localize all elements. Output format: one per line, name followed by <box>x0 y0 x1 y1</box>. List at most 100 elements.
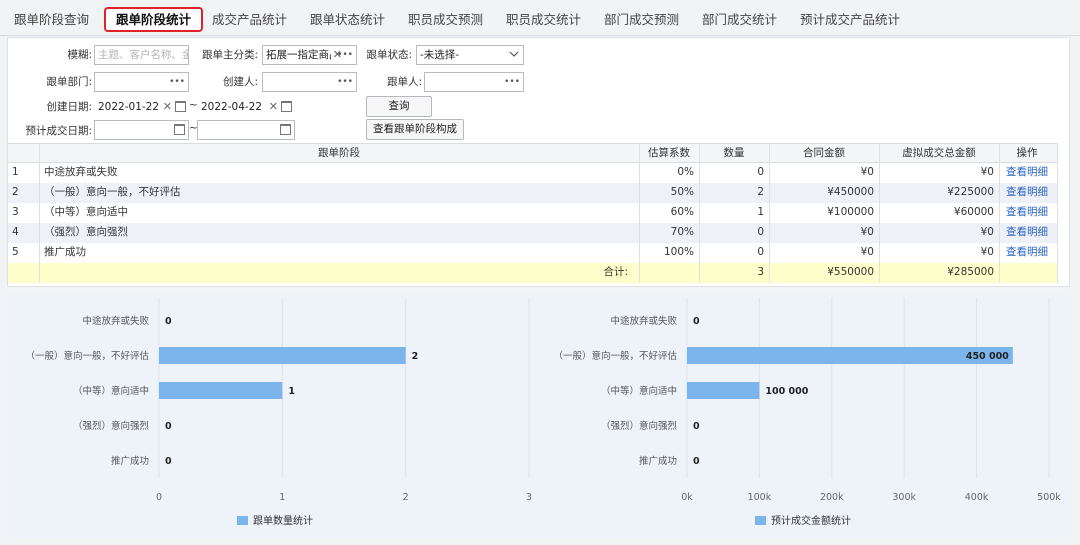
more-icon[interactable]: ••• <box>169 73 185 91</box>
category-label: （中等）意向适中 <box>73 385 149 397</box>
main-category-value: 拓展一指定商品 <box>266 49 340 61</box>
tab-bar: 跟单阶段查询 跟单阶段统计 成交产品统计 跟单状态统计 职员成交预测 职员成交统计 部门成交… <box>0 0 1080 36</box>
view-details-link[interactable]: 查看明细 <box>1006 243 1056 263</box>
tab-9[interactable]: 预计成交产品统计 <box>800 9 900 31</box>
query-button[interactable]: 查询 <box>366 96 432 117</box>
coefficient: 50% <box>670 186 694 198</box>
creator-input[interactable]: ••• <box>262 72 357 92</box>
x-tick-label: 0 <box>156 492 162 503</box>
expected-date-label: 预计成交日期: <box>25 125 92 137</box>
row-index: 4 <box>12 226 19 238</box>
follower-input[interactable]: ••• <box>424 72 524 92</box>
table-row: 1 中途放弃或失败 0% 0 ¥0 ¥0 查看明细 <box>8 163 1058 183</box>
dept-input[interactable]: ••• <box>94 72 189 92</box>
data-label: 0 <box>165 421 172 432</box>
x-tick-label: 300k <box>892 492 916 503</box>
x-tick-label: 3 <box>526 492 532 503</box>
category-label: 中途放弃或失败 <box>610 315 677 327</box>
more-icon[interactable]: ••• <box>504 73 520 91</box>
dept-label: 跟单部门: <box>46 76 92 88</box>
virtual-total: ¥60000 <box>953 206 994 218</box>
main-category-select[interactable]: 拓展一指定商品 ✕ ••• <box>262 45 357 65</box>
tab-6[interactable]: 职员成交统计 <box>506 9 581 31</box>
data-label: 450 000 <box>966 351 1009 362</box>
view-composition-button[interactable]: 查看跟单阶段构成 <box>366 119 464 140</box>
legend-swatch <box>237 516 248 525</box>
calendar-icon[interactable] <box>174 124 185 135</box>
header-quantity: 数量 <box>723 147 745 159</box>
fuzzy-search-input[interactable]: 主题、客户名称、金 <box>94 45 189 65</box>
calendar-icon[interactable] <box>280 124 291 135</box>
follower-label: 跟单人: <box>386 76 422 88</box>
data-label: 0 <box>693 316 700 327</box>
tab-5[interactable]: 职员成交预测 <box>408 9 483 31</box>
total-quantity: 3 <box>757 266 764 278</box>
charts-area: 0 1 2 3 中途放弃或失败 0 （一般）意向一般，不好评估 2 （中等）意向适中 1 （强烈）意… <box>7 293 1070 538</box>
legend-swatch <box>755 516 766 525</box>
more-icon[interactable]: ••• <box>337 46 353 64</box>
total-contract-amount: ¥550000 <box>827 266 874 278</box>
tab-7[interactable]: 部门成交预测 <box>604 9 679 31</box>
row-index: 3 <box>12 206 19 218</box>
stage-name: 推广成功 <box>44 246 86 258</box>
view-details-link[interactable]: 查看明细 <box>1006 203 1056 223</box>
status-value: -未选择- <box>420 49 460 61</box>
calendar-icon[interactable] <box>175 101 186 112</box>
tab-2[interactable]: 跟单阶段统计 <box>104 7 204 32</box>
date-to-value: 2022-04-22 <box>201 101 263 113</box>
category-label: 中途放弃或失败 <box>82 315 149 327</box>
tab-1[interactable]: 跟单阶段查询 <box>14 9 89 31</box>
data-label: 100 000 <box>765 386 808 397</box>
date-from-value: 2022-01-22 <box>98 101 160 113</box>
total-row: 合计: 3 ¥550000 ¥285000 <box>8 263 1058 283</box>
tab-4[interactable]: 跟单状态统计 <box>310 9 385 31</box>
more-icon[interactable]: ••• <box>337 73 353 91</box>
view-details-link[interactable]: 查看明细 <box>1006 223 1056 243</box>
virtual-total: ¥0 <box>980 246 994 258</box>
bar <box>687 382 760 399</box>
header-coefficient: 估算系数 <box>648 147 690 159</box>
stage-name: 中途放弃或失败 <box>44 166 118 178</box>
date-from-input[interactable]: 2022-01-22 ✕ <box>94 97 189 117</box>
chevron-down-icon <box>509 51 519 57</box>
expected-date-to-input[interactable] <box>197 120 295 140</box>
tab-3[interactable]: 成交产品统计 <box>212 9 287 31</box>
category-label: （一般）意向一般，不好评估 <box>25 350 149 362</box>
status-label: 跟单状态: <box>366 49 412 61</box>
clear-icon[interactable]: ✕ <box>269 98 278 116</box>
stage-name: （中等）意向适中 <box>44 206 128 218</box>
category-label: （强烈）意向强烈 <box>601 420 678 432</box>
view-details-link[interactable]: 查看明细 <box>1006 163 1056 183</box>
tab-8[interactable]: 部门成交统计 <box>702 9 777 31</box>
row-index: 5 <box>12 246 19 258</box>
table-row: 3 （中等）意向适中 60% 1 ¥100000 ¥60000 查看明细 <box>8 203 1058 223</box>
quantity: 1 <box>757 206 764 218</box>
date-to-input[interactable]: 2022-04-22 ✕ <box>197 97 295 117</box>
contract-amount: ¥0 <box>860 226 874 238</box>
view-details-link[interactable]: 查看明细 <box>1006 183 1056 203</box>
data-label: 1 <box>288 386 295 397</box>
virtual-total: ¥0 <box>980 166 994 178</box>
stage-name: （一般）意向一般，不好评估 <box>44 186 181 198</box>
category-label: 推广成功 <box>639 455 677 467</box>
calendar-icon[interactable] <box>281 101 292 112</box>
expected-date-from-input[interactable] <box>94 120 189 140</box>
contract-amount: ¥0 <box>860 166 874 178</box>
table-row: 2 （一般）意向一般，不好评估 50% 2 ¥450000 ¥225000 查看明细 <box>8 183 1058 203</box>
x-tick-label: 1 <box>279 492 285 503</box>
status-select[interactable]: -未选择- <box>416 45 524 65</box>
stage-name: （强烈）意向强烈 <box>44 226 128 238</box>
row-index: 2 <box>12 186 19 198</box>
filter-panel: 模糊: 主题、客户名称、金 跟单主分类: 拓展一指定商品 ✕ ••• 跟单状态:… <box>7 37 1070 287</box>
bar <box>687 347 1013 364</box>
legend-label: 预计成交金额统计 <box>771 514 851 527</box>
coefficient: 60% <box>670 206 694 218</box>
table-row: 5 推广成功 100% 0 ¥0 ¥0 查看明细 <box>8 243 1058 263</box>
clear-icon[interactable]: ✕ <box>163 98 172 116</box>
bar <box>159 382 283 399</box>
header-stage: 跟单阶段 <box>318 147 360 159</box>
coefficient: 0% <box>677 166 694 178</box>
x-tick-label: 200k <box>820 492 844 503</box>
data-label: 0 <box>693 421 700 432</box>
contract-amount: ¥0 <box>860 246 874 258</box>
